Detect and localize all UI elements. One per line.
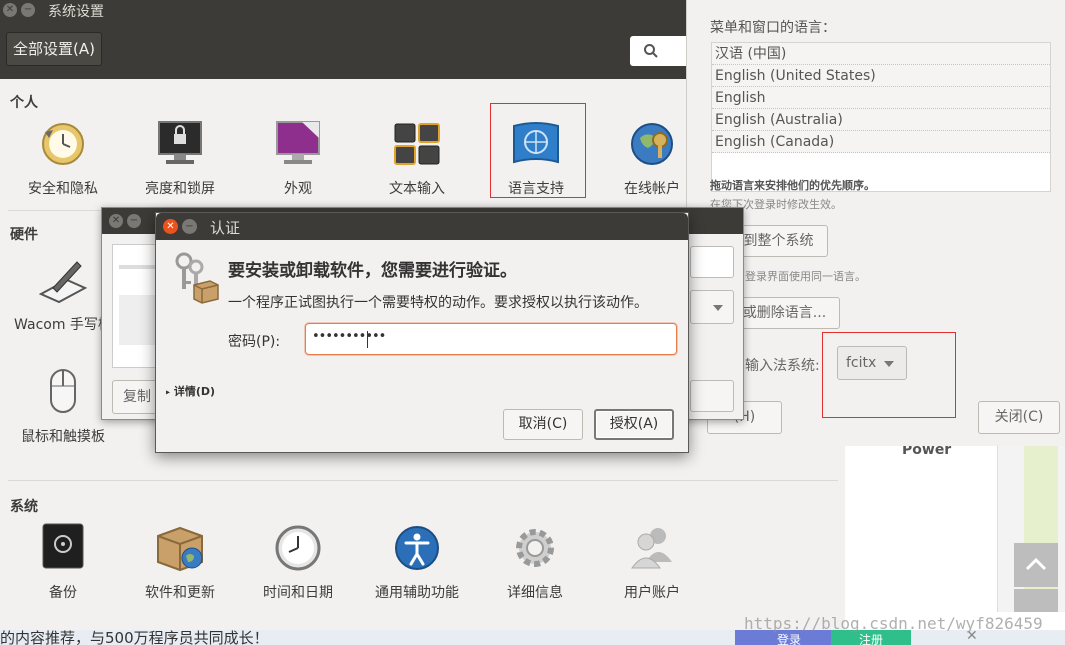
input-method-label: 输入法系统: (745, 358, 820, 374)
close-icon[interactable]: ✕ (163, 219, 178, 234)
wacom-pen-icon (37, 254, 89, 306)
drag-hint: 拖动语言来安排他们的优先顺序。 (710, 179, 875, 192)
details-expander[interactable]: ▸ 详情(D) (166, 383, 215, 399)
password-label: 密码(P): (228, 334, 281, 350)
list-item[interactable]: 汉语 (中国) (712, 43, 1050, 65)
package-globe-icon (154, 522, 206, 574)
language-support-highlight (490, 103, 586, 198)
item-user-accounts[interactable]: 用户账户 (597, 522, 707, 604)
dropdown-arrow-icon (713, 305, 723, 311)
safe-icon (37, 522, 89, 574)
install-remove-languages-button[interactable]: 或删除语言... (729, 297, 840, 329)
close-window-icon[interactable]: ✕ (3, 3, 17, 17)
item-backup[interactable]: 备份 (8, 522, 118, 604)
banner-text: 的内容推荐，与500万程序员共同成长！ (0, 630, 269, 645)
password-field[interactable]: ••••••••••• (305, 323, 677, 355)
item-accessibility[interactable]: 通用辅助功能 (362, 522, 472, 604)
all-settings-button[interactable]: 全部设置(A) (6, 32, 102, 66)
chevron-up-icon (1025, 557, 1047, 571)
section-system-title: 系统 (10, 499, 38, 515)
clock-icon (272, 522, 324, 574)
text-cursor (367, 331, 368, 348)
close-button[interactable]: 关闭(C) (978, 401, 1060, 434)
item-time-date[interactable]: 时间和日期 (243, 522, 353, 604)
login-hint: 登录界面使用同一语言。 (745, 270, 866, 283)
auth-heading: 要安装或卸载软件，您需要进行验证。 (228, 261, 517, 281)
close-icon[interactable]: ✕ (109, 214, 123, 228)
list-item[interactable]: English (United States) (712, 65, 1050, 87)
mouse-icon (37, 366, 89, 418)
authentication-dialog: ✕ − 认证 要安装或卸载软件，您需要进行验证。 一个程序正试图执行一个需要特权… (155, 212, 689, 453)
dropdown[interactable] (690, 290, 734, 324)
minimize-icon[interactable]: − (127, 214, 141, 228)
users-icon (626, 522, 678, 574)
section-hardware-title: 硬件 (10, 227, 38, 243)
auth-message: 一个程序正试图执行一个需要特权的动作。要求授权以执行该动作。 (228, 295, 648, 311)
section-personal-title: 个人 (10, 95, 38, 111)
item-text-input[interactable]: 文本输入 (362, 118, 472, 200)
minimize-window-icon[interactable]: − (21, 3, 35, 17)
green-grid-strip (1024, 446, 1058, 612)
background-side-strip (997, 446, 1065, 612)
cancel-button[interactable]: 取消(C) (503, 409, 583, 440)
security-clock-icon (37, 118, 89, 170)
section-divider (8, 480, 838, 481)
keys-package-icon (175, 252, 219, 304)
window-title: 系统设置 (48, 4, 104, 20)
appearance-monitor-icon (272, 118, 324, 170)
item-appearance[interactable]: 外观 (243, 118, 353, 200)
list-item[interactable]: English (Canada) (712, 131, 1050, 153)
online-accounts-globe-icon (626, 118, 678, 170)
item-brightness-lock[interactable]: 亮度和锁屏 (125, 118, 235, 200)
search-icon (644, 44, 658, 58)
list-item[interactable]: English (Australia) (712, 109, 1050, 131)
auth-dialog-title: 认证 (210, 219, 241, 237)
list-item[interactable]: English (712, 87, 1050, 109)
gear-icon (509, 522, 561, 574)
authorize-button[interactable]: 授权(A) (594, 409, 674, 440)
auth-titlebar: ✕ − 认证 (156, 213, 688, 240)
item-security-privacy[interactable]: 安全和隐私 (8, 118, 118, 200)
background-power-panel: Power (845, 442, 997, 612)
feedback-button[interactable] (1014, 589, 1058, 612)
monitor-lock-icon (154, 118, 206, 170)
menu-language-label: 菜单和窗口的语言： (710, 20, 836, 36)
item-details[interactable]: 详细信息 (480, 522, 590, 604)
input-method-highlight (822, 332, 956, 418)
dialog-button[interactable] (690, 380, 734, 412)
watermark: https://blog.csdn.net/wyf826459 (744, 614, 1043, 633)
item-software-updates[interactable]: 软件和更新 (125, 522, 235, 604)
accessibility-icon (391, 522, 443, 574)
language-list[interactable]: 汉语 (中国) English (United States) English … (711, 42, 1051, 192)
keyboard-keys-icon (391, 118, 443, 170)
text-field[interactable] (690, 246, 734, 278)
expander-arrow-icon: ▸ (166, 387, 171, 397)
scroll-top-button[interactable] (1014, 543, 1058, 587)
minimize-icon[interactable]: − (182, 219, 197, 234)
